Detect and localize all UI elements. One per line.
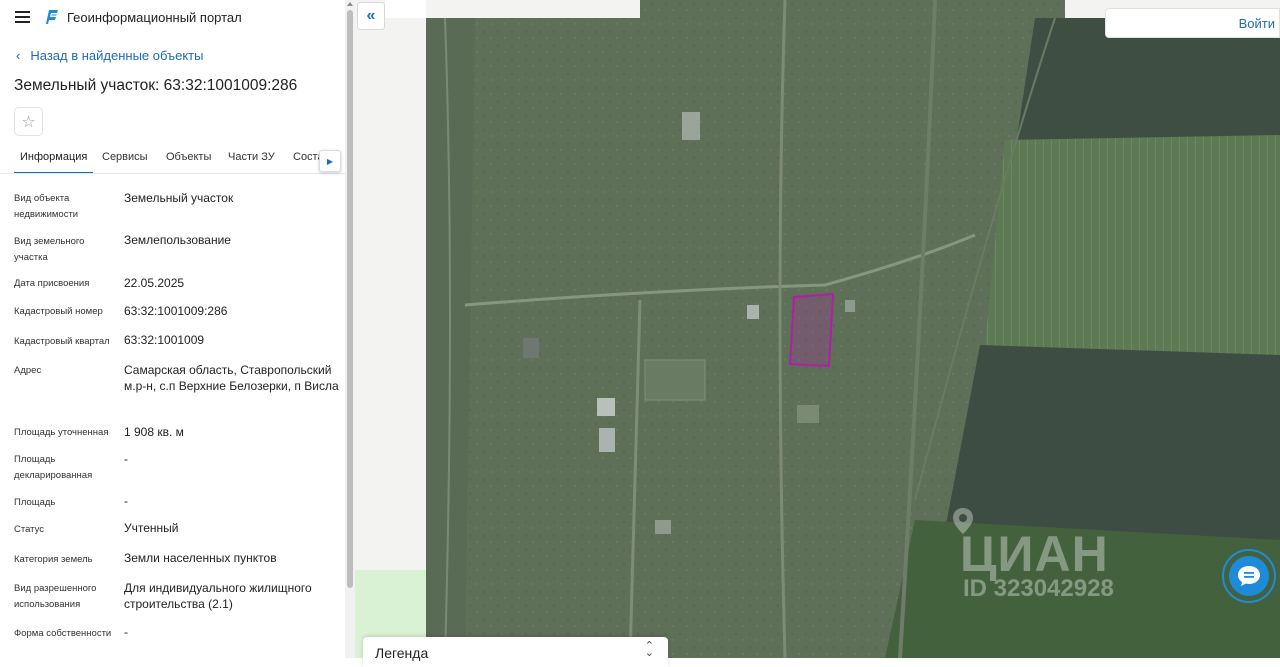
property-label: Адрес <box>14 365 42 376</box>
property-label: Кадастровый квартал <box>14 336 110 347</box>
property-value: - <box>124 625 128 639</box>
tab-parcel-parts[interactable]: Части ЗУ <box>228 151 275 173</box>
info-panel: Геоинформационный портал ‹ Назад в найде… <box>0 0 355 658</box>
back-link-label: Назад в найденные объекты <box>30 48 204 63</box>
property-label: Вид разрешенного использования <box>14 583 97 610</box>
property-label: Статус <box>14 524 45 535</box>
property-label: Вид земельного участка <box>14 236 85 263</box>
object-title: Земельный участок: 63:32:1001009:286 <box>14 77 298 94</box>
app-title: Геоинформационный портал <box>67 10 242 25</box>
chevron-right-icon: ▶ <box>326 156 334 166</box>
tab-bar: Информация Сервисы Объекты Части ЗУ Сост… <box>0 146 345 174</box>
collapse-panel-button[interactable]: « <box>357 2 385 30</box>
scroll-up-icon[interactable] <box>347 2 353 6</box>
property-value: - <box>124 494 128 508</box>
property-label: Категория земель <box>14 554 93 565</box>
chat-icon <box>1238 566 1260 586</box>
property-value: 1 908 кв. м <box>124 425 184 439</box>
property-value: - <box>124 452 128 466</box>
property-value: 22.05.2025 <box>124 276 185 290</box>
chevron-left-icon: ‹ <box>16 48 21 63</box>
property-label: Площадь <box>14 497 56 508</box>
tab-objects[interactable]: Объекты <box>166 151 211 173</box>
expand-toggle-icon[interactable]: ⌃ ⌄ <box>645 641 654 659</box>
property-value: Для индивидуального жилищного строительс… <box>124 581 312 611</box>
property-label: Площадь уточненная <box>14 427 109 438</box>
login-button[interactable]: Войти <box>1105 8 1280 38</box>
panel-scrollbar[interactable] <box>345 0 355 658</box>
property-label: Дата присвоения <box>14 278 90 289</box>
legend-title: Легенда <box>375 645 429 661</box>
property-value: Землепользование <box>124 233 231 247</box>
double-chevron-left-icon: « <box>366 7 376 24</box>
property-value: 63:32:1001009 <box>124 333 205 347</box>
scrollbar-thumb[interactable] <box>347 10 353 588</box>
tab-information[interactable]: Информация <box>14 151 94 173</box>
map-edge-blank <box>385 0 426 18</box>
map-view[interactable] <box>355 0 1280 658</box>
satellite-imagery <box>355 0 1280 658</box>
property-value: Земли населенных пунктов <box>124 551 277 565</box>
property-value: Самарская область, Ставропольский м.р-н,… <box>124 363 339 393</box>
watermark-id: ID 323042928 <box>963 575 1114 602</box>
property-label: Вид объекта недвижимости <box>14 193 79 220</box>
top-bar: Геоинформационный портал <box>0 0 345 34</box>
chat-button[interactable] <box>1222 549 1276 603</box>
hamburger-icon[interactable] <box>15 11 30 23</box>
back-to-results-link[interactable]: ‹ Назад в найденные объекты <box>16 48 203 63</box>
property-value: 63:32:1001009:286 <box>124 304 228 318</box>
favorite-button[interactable]: ☆ <box>14 107 43 136</box>
property-value: Земельный участок <box>124 191 234 205</box>
tabs-next-button[interactable]: ▶ <box>319 150 341 172</box>
portal-logo-icon <box>46 10 58 24</box>
star-icon: ☆ <box>21 113 36 131</box>
property-label: Форма собственности <box>14 628 112 639</box>
property-value: Учтенный <box>124 521 179 535</box>
tab-services[interactable]: Сервисы <box>102 151 148 173</box>
property-label: Кадастровый номер <box>14 306 103 317</box>
legend-panel[interactable]: Легенда ⌃ ⌄ <box>363 637 668 667</box>
property-label: Площадь декларированная <box>14 454 93 481</box>
